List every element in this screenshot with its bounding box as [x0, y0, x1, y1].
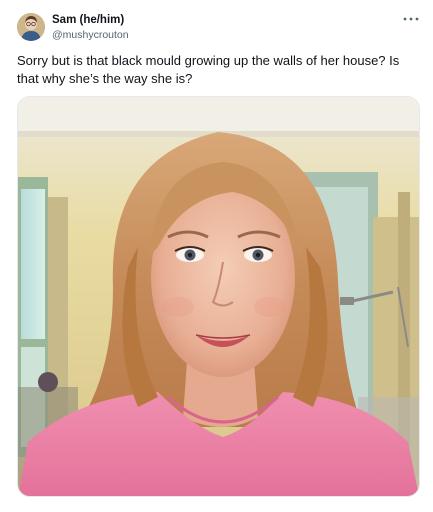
- woman-portrait-photo: [18, 97, 419, 496]
- tweet-media-photo[interactable]: [17, 96, 420, 497]
- author-avatar[interactable]: [17, 13, 45, 41]
- avatar-photo-icon: [17, 13, 45, 41]
- more-options-icon: [403, 17, 419, 21]
- tweet-card[interactable]: Sam (he/him) @mushycrouton Sorry but is …: [0, 0, 433, 512]
- author-display-name[interactable]: Sam (he/him): [52, 14, 124, 26]
- author-handle[interactable]: @mushycrouton: [52, 29, 129, 41]
- more-options-button[interactable]: [401, 12, 421, 26]
- tweet-text: Sorry but is that black mould growing up…: [17, 53, 400, 86]
